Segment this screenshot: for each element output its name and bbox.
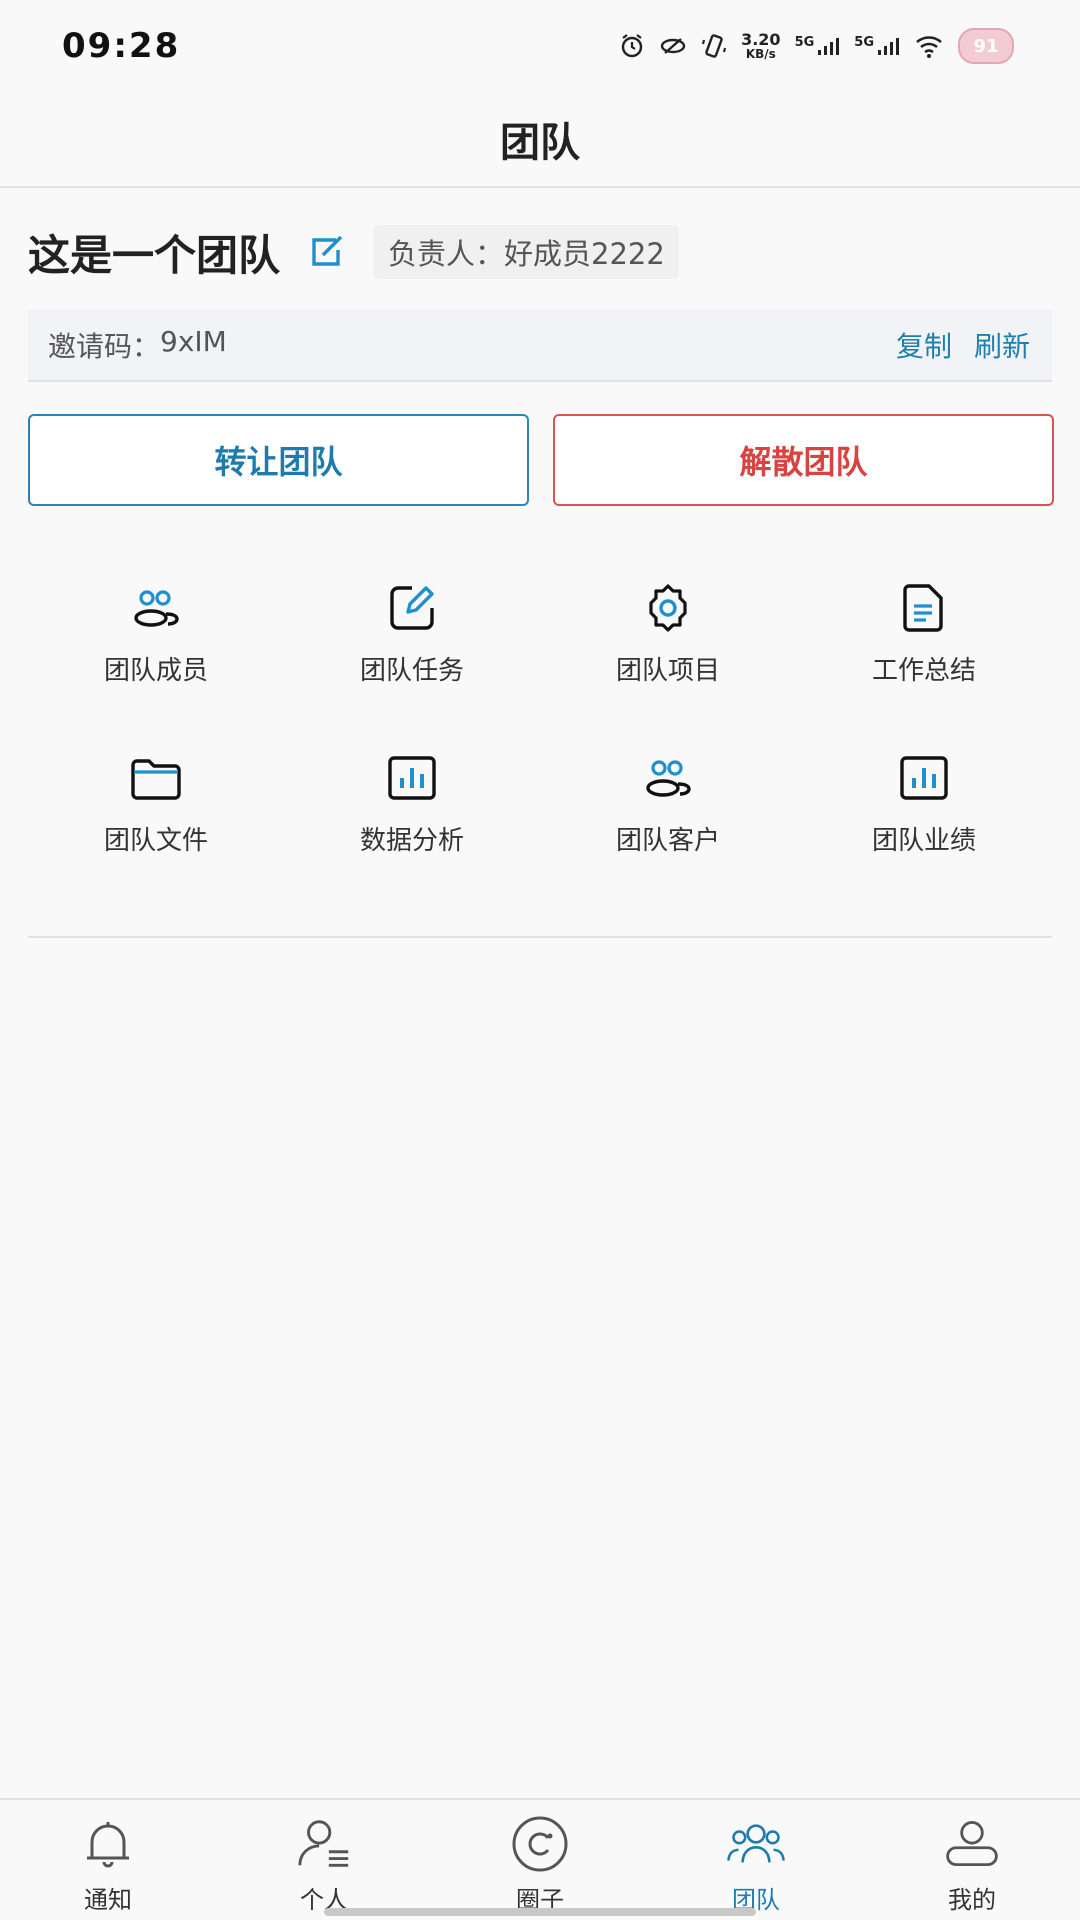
tab-label: 我的 bbox=[948, 1886, 996, 1914]
members-icon bbox=[128, 580, 184, 636]
grid-label: 团队业绩 bbox=[871, 826, 976, 856]
team-icon bbox=[726, 1814, 786, 1874]
performance-chart-icon bbox=[896, 750, 952, 806]
grid-item-data-analysis[interactable]: 数据分析 bbox=[284, 750, 540, 870]
grid-item-team-performance[interactable]: 团队业绩 bbox=[796, 750, 1052, 870]
tab-mine[interactable]: 我的 bbox=[864, 1800, 1080, 1920]
status-time: 09:28 bbox=[62, 26, 181, 66]
tab-label: 通知 bbox=[84, 1886, 132, 1914]
bell-icon bbox=[78, 1814, 138, 1874]
grid-label: 团队文件 bbox=[103, 826, 208, 856]
tab-notifications[interactable]: 通知 bbox=[0, 1800, 216, 1920]
edit-team-name-icon[interactable] bbox=[306, 232, 346, 272]
refresh-link[interactable]: 刷新 bbox=[974, 325, 1030, 365]
sim2-label: 5G bbox=[854, 35, 874, 50]
signal-icon: 5G bbox=[854, 35, 900, 57]
status-icons: 3.20 KB/s 5G 5G 91 bbox=[619, 28, 1014, 64]
grid-item-team-projects[interactable]: 团队项目 bbox=[540, 580, 796, 700]
bar-chart-icon bbox=[384, 750, 440, 806]
grid-label: 团队任务 bbox=[359, 656, 464, 686]
action-buttons: 转让团队 解散团队 bbox=[28, 414, 1054, 506]
network-speed: 3.20 KB/s bbox=[741, 30, 781, 61]
dissolve-team-button[interactable]: 解散团队 bbox=[553, 414, 1054, 506]
wifi-icon bbox=[914, 33, 944, 59]
tab-personal[interactable]: 个人 bbox=[216, 1800, 432, 1920]
speed-unit: KB/s bbox=[745, 47, 776, 61]
invite-code-value: 9xIM bbox=[160, 325, 227, 358]
person-list-icon bbox=[294, 1814, 354, 1874]
invite-code-box: 邀请码： 9xIM 复制 刷新 bbox=[28, 310, 1052, 382]
grid-label: 团队客户 bbox=[615, 826, 720, 856]
profile-icon bbox=[942, 1814, 1002, 1874]
invite-actions: 复制 刷新 bbox=[896, 325, 1030, 365]
alarm-icon bbox=[619, 33, 645, 59]
link-icon bbox=[659, 33, 687, 59]
leader-name: 好成员2222 bbox=[504, 237, 665, 271]
settings-gear-icon bbox=[640, 580, 696, 636]
circle-icon bbox=[510, 1814, 570, 1874]
customers-icon bbox=[640, 750, 696, 806]
battery-icon: 91 bbox=[958, 28, 1014, 64]
tab-circle[interactable]: 圈子 bbox=[432, 1800, 648, 1920]
edit-task-icon bbox=[384, 580, 440, 636]
grid-label: 工作总结 bbox=[871, 656, 976, 686]
grid-label: 数据分析 bbox=[359, 826, 464, 856]
bottom-tab-bar: 通知 个人 圈子 团队 我的 bbox=[0, 1798, 1080, 1920]
folder-icon bbox=[128, 750, 184, 806]
home-indicator[interactable] bbox=[324, 1908, 756, 1916]
grid-item-team-members[interactable]: 团队成员 bbox=[28, 580, 284, 700]
document-icon bbox=[896, 580, 952, 636]
grid-item-team-tasks[interactable]: 团队任务 bbox=[284, 580, 540, 700]
team-info-row: 这是一个团队 负责人： 好成员2222 bbox=[28, 222, 1052, 282]
header: 团队 bbox=[0, 92, 1080, 188]
grid-item-team-customers[interactable]: 团队客户 bbox=[540, 750, 796, 870]
grid-label: 团队成员 bbox=[103, 656, 208, 686]
page-title: 团队 bbox=[500, 120, 580, 166]
speed-value: 3.20 bbox=[741, 30, 781, 49]
leader-badge: 负责人： 好成员2222 bbox=[374, 225, 679, 279]
invite-code: 邀请码： 9xIM bbox=[48, 325, 227, 365]
transfer-team-button[interactable]: 转让团队 bbox=[28, 414, 529, 506]
status-bar: 09:28 3.20 KB/s 5G 5G 91 bbox=[0, 0, 1080, 92]
tab-team[interactable]: 团队 bbox=[648, 1800, 864, 1920]
divider bbox=[28, 936, 1052, 938]
copy-link[interactable]: 复制 bbox=[896, 325, 952, 365]
grid-label: 团队项目 bbox=[615, 656, 720, 686]
vibrate-icon bbox=[701, 32, 727, 60]
team-name: 这是一个团队 bbox=[28, 230, 281, 280]
sim1-label: 5G bbox=[794, 35, 815, 50]
signal-icon: 5G bbox=[795, 35, 841, 57]
grid-item-work-summary[interactable]: 工作总结 bbox=[796, 580, 1052, 700]
invite-label: 邀请码： bbox=[48, 330, 161, 363]
leader-label: 负责人： bbox=[388, 237, 505, 271]
function-grid: 团队成员 团队任务 团队项目 工作总结 团队文件 数据分析 团队客户 团队业绩 bbox=[28, 580, 1052, 870]
grid-item-team-files[interactable]: 团队文件 bbox=[28, 750, 284, 870]
screen: 09:28 3.20 KB/s 5G 5G 91 团队 这是一个团队 负责人： … bbox=[0, 0, 1080, 1920]
